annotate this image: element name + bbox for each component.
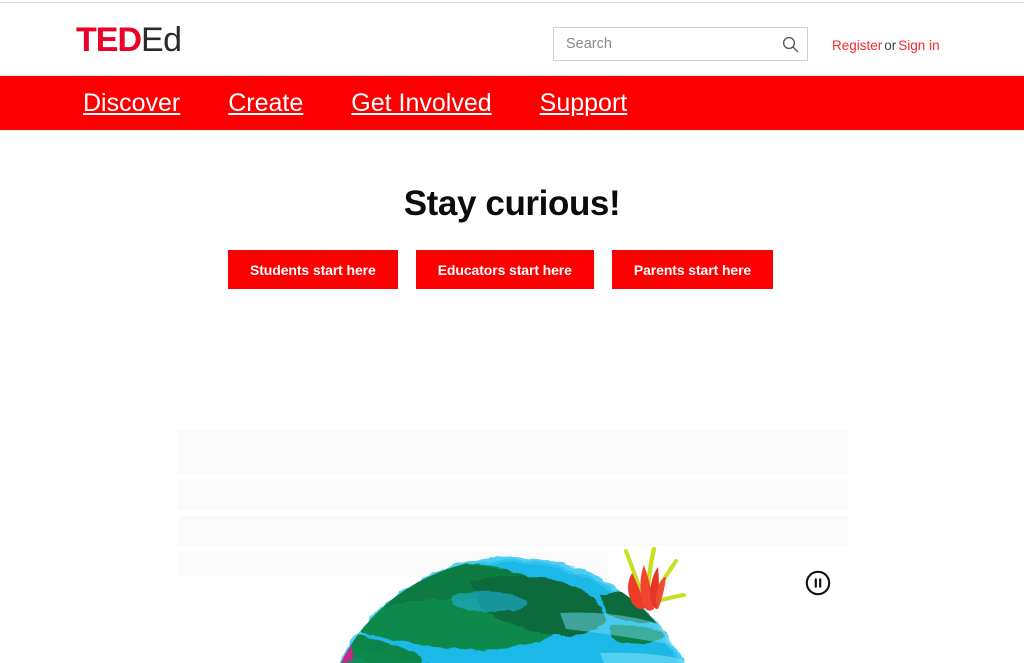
educators-start-here-button[interactable]: Educators start here	[415, 250, 594, 289]
content-skeleton-loader	[178, 430, 848, 576]
ted-ed-homepage: TEDEd RegisterorSign in Discover Create …	[0, 0, 1024, 663]
search-bar[interactable]	[553, 27, 808, 61]
register-link[interactable]: Register	[832, 38, 882, 53]
nav-item-create[interactable]: Create	[228, 76, 303, 130]
search-input[interactable]	[554, 28, 773, 60]
primary-navigation: Discover Create Get Involved Support	[0, 76, 1024, 130]
sign-in-link[interactable]: Sign in	[898, 38, 939, 53]
auth-links: Register or Sign in	[832, 37, 940, 55]
skeleton-row	[178, 430, 848, 474]
search-submit-button[interactable]	[773, 28, 807, 60]
browser-chrome-hairline	[0, 0, 1024, 3]
logo-ted-text: TED	[76, 21, 142, 59]
cta-button-row: Students start here Educators start here…	[228, 250, 774, 289]
site-header: TEDEd RegisterorSign in	[0, 4, 1024, 76]
search-icon	[782, 36, 799, 53]
auth-separator: or	[884, 38, 897, 53]
skeleton-row	[178, 480, 848, 510]
nav-item-discover[interactable]: Discover	[83, 76, 180, 130]
pause-circle-icon	[805, 570, 831, 596]
pause-button[interactable]	[805, 570, 831, 596]
skeleton-row	[178, 516, 848, 546]
hero-section: Stay curious! Students start here Educat…	[0, 130, 1024, 663]
ted-ed-logo[interactable]: TEDEd	[76, 22, 182, 58]
page-title: Stay curious!	[403, 184, 621, 223]
parents-start-here-button[interactable]: Parents start here	[611, 250, 774, 289]
students-start-here-button[interactable]: Students start here	[228, 250, 398, 289]
logo-ed-text: Ed	[141, 21, 182, 59]
nav-item-support[interactable]: Support	[540, 76, 628, 130]
skeleton-row	[178, 552, 608, 576]
nav-item-get-involved[interactable]: Get Involved	[351, 76, 491, 130]
